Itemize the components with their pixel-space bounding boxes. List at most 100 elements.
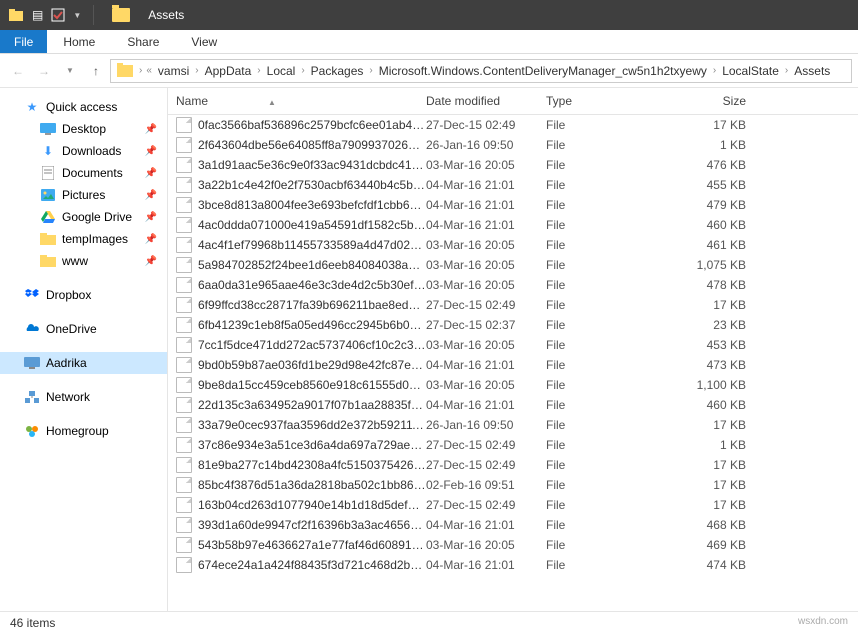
file-size: 17 KB <box>666 418 746 432</box>
sidebar-desktop[interactable]: Desktop📌 <box>0 118 167 140</box>
column-header-name[interactable]: Name▲ <box>176 94 426 108</box>
breadcrumb[interactable]: vamsi <box>154 64 193 78</box>
file-date: 26-Jan-16 09:50 <box>426 418 546 432</box>
file-date: 27-Dec-15 02:49 <box>426 298 546 312</box>
table-row[interactable]: 33a79e0cec937faa3596dd2e372b59211114...2… <box>168 415 858 435</box>
sidebar-www[interactable]: www📌 <box>0 250 167 272</box>
sidebar-tempimages[interactable]: tempImages📌 <box>0 228 167 250</box>
sidebar-network[interactable]: Network <box>0 386 167 408</box>
folder-icon <box>40 253 56 269</box>
table-row[interactable]: 4ac0ddda071000e419a54591df1582c5b25...04… <box>168 215 858 235</box>
chevron-icon[interactable]: › <box>255 65 262 76</box>
table-row[interactable]: 37c86e934e3a51ce3d6a4da697a729ae4de...27… <box>168 435 858 455</box>
chevron-icon[interactable]: › <box>193 65 200 76</box>
window-title: Assets <box>148 8 184 22</box>
breadcrumb[interactable]: Packages <box>307 64 368 78</box>
file-type: File <box>546 458 666 472</box>
file-type: File <box>546 358 666 372</box>
sidebar-google-drive[interactable]: Google Drive📌 <box>0 206 167 228</box>
table-row[interactable]: 6aa0da31e965aae46e3c3de4d2c5b30efd8...03… <box>168 275 858 295</box>
qat-properties-icon[interactable]: ▤ <box>32 8 43 22</box>
table-row[interactable]: 3bce8d813a8004fee3e693befcfdf1cbb6e3...0… <box>168 195 858 215</box>
watermark: wsxdn.com <box>798 616 848 627</box>
qat-checkbox-icon[interactable] <box>51 8 65 22</box>
table-row[interactable]: 0fac3566baf536896c2579bcfc6ee01ab443...2… <box>168 115 858 135</box>
file-date: 03-Mar-16 20:05 <box>426 278 546 292</box>
sidebar-dropbox[interactable]: Dropbox <box>0 284 167 306</box>
breadcrumb[interactable]: Microsoft.Windows.ContentDeliveryManager… <box>375 64 711 78</box>
file-date: 26-Jan-16 09:50 <box>426 138 546 152</box>
file-type: File <box>546 518 666 532</box>
file-type: File <box>546 558 666 572</box>
chevron-icon[interactable]: › <box>711 65 718 76</box>
sidebar-onedrive[interactable]: OneDrive <box>0 318 167 340</box>
tab-home[interactable]: Home <box>47 30 111 53</box>
file-type: File <box>546 298 666 312</box>
breadcrumb[interactable]: Assets <box>790 64 834 78</box>
tab-file[interactable]: File <box>0 30 47 53</box>
window-folder-icon <box>112 8 130 22</box>
file-type: File <box>546 538 666 552</box>
file-icon <box>176 137 192 153</box>
table-row[interactable]: 393d1a60de9947cf2f16396b3a3ac4656986...0… <box>168 515 858 535</box>
sidebar-documents[interactable]: Documents📌 <box>0 162 167 184</box>
table-row[interactable]: 7cc1f5dce471dd272ac5737406cf10c2c3d1...0… <box>168 335 858 355</box>
file-icon <box>176 437 192 453</box>
file-size: 17 KB <box>666 458 746 472</box>
breadcrumb[interactable]: Local <box>263 64 300 78</box>
file-type: File <box>546 238 666 252</box>
table-row[interactable]: 22d135c3a634952a9017f07b1aa28835fc6b...0… <box>168 395 858 415</box>
table-row[interactable]: 9bd0b59b87ae036fd1be29d98e42fc87ee9...04… <box>168 355 858 375</box>
sidebar-aadrika[interactable]: Aadrika <box>0 352 167 374</box>
file-icon <box>176 297 192 313</box>
file-type: File <box>546 118 666 132</box>
file-name: 81e9ba277c14bd42308a4fc5150375426709... <box>198 458 426 472</box>
chevron-icon[interactable]: › <box>367 65 374 76</box>
address-bar[interactable]: › « vamsi› AppData› Local› Packages› Mic… <box>110 59 852 83</box>
ribbon-tabs: File Home Share View <box>0 30 858 54</box>
column-header-size[interactable]: Size <box>666 94 746 108</box>
table-row[interactable]: 2f643604dbe56e64085ff8a7909937026763...2… <box>168 135 858 155</box>
downloads-icon: ⬇ <box>40 143 56 159</box>
sidebar-pictures[interactable]: Pictures📌 <box>0 184 167 206</box>
tab-share[interactable]: Share <box>111 30 175 53</box>
table-row[interactable]: 85bc4f3876d51a36da2818ba502c1bb867e...02… <box>168 475 858 495</box>
column-header-date[interactable]: Date modified <box>426 94 546 108</box>
table-row[interactable]: 543b58b97e4636627a1e77faf46d60891e35...0… <box>168 535 858 555</box>
file-icon <box>176 317 192 333</box>
file-icon <box>176 337 192 353</box>
back-button[interactable]: ← <box>6 59 30 83</box>
table-row[interactable]: 5a984702852f24bee1d6eeb84084038a0c5e...0… <box>168 255 858 275</box>
file-type: File <box>546 138 666 152</box>
sidebar-homegroup[interactable]: Homegroup <box>0 420 167 442</box>
table-row[interactable]: 163b04cd263d1077940e14b1d18d5def4db...27… <box>168 495 858 515</box>
chevron-icon[interactable]: « <box>144 65 154 76</box>
chevron-icon[interactable]: › <box>783 65 790 76</box>
up-button[interactable]: ↑ <box>84 59 108 83</box>
table-row[interactable]: 3a1d91aac5e36c9e0f33ac9431dcbdc41c1...03… <box>168 155 858 175</box>
table-row[interactable]: 674ece24a1a424f88435f3d721c468d2b5f1...0… <box>168 555 858 575</box>
table-row[interactable]: 81e9ba277c14bd42308a4fc5150375426709...2… <box>168 455 858 475</box>
tab-view[interactable]: View <box>175 30 233 53</box>
chevron-icon[interactable]: › <box>299 65 306 76</box>
breadcrumb[interactable]: LocalState <box>718 64 783 78</box>
column-header-type[interactable]: Type <box>546 94 666 108</box>
qat-dropdown-icon[interactable]: ▼ <box>73 11 81 20</box>
file-icon <box>176 377 192 393</box>
table-row[interactable]: 3a22b1c4e42f0e2f7530acbf63440b4c5b97...0… <box>168 175 858 195</box>
forward-button[interactable]: → <box>32 59 56 83</box>
sort-asc-icon: ▲ <box>268 98 276 107</box>
recent-dropdown[interactable]: ▼ <box>58 59 82 83</box>
file-name: 0fac3566baf536896c2579bcfc6ee01ab443... <box>198 118 426 132</box>
homegroup-icon <box>24 423 40 439</box>
table-row[interactable]: 6fb41239c1eb8f5a05ed496cc2945b6b05e9...2… <box>168 315 858 335</box>
file-size: 23 KB <box>666 318 746 332</box>
file-icon <box>176 537 192 553</box>
table-row[interactable]: 4ac4f1ef79968b11455733589a4d47d0283b...0… <box>168 235 858 255</box>
sidebar-quick-access[interactable]: ★ Quick access <box>0 96 167 118</box>
table-row[interactable]: 6f99ffcd38cc28717fa39b696211bae8ed6c...2… <box>168 295 858 315</box>
sidebar-downloads[interactable]: ⬇ Downloads📌 <box>0 140 167 162</box>
chevron-icon[interactable]: › <box>137 65 144 76</box>
breadcrumb[interactable]: AppData <box>201 64 256 78</box>
table-row[interactable]: 9be8da15cc459ceb8560e918c61555d0291...03… <box>168 375 858 395</box>
